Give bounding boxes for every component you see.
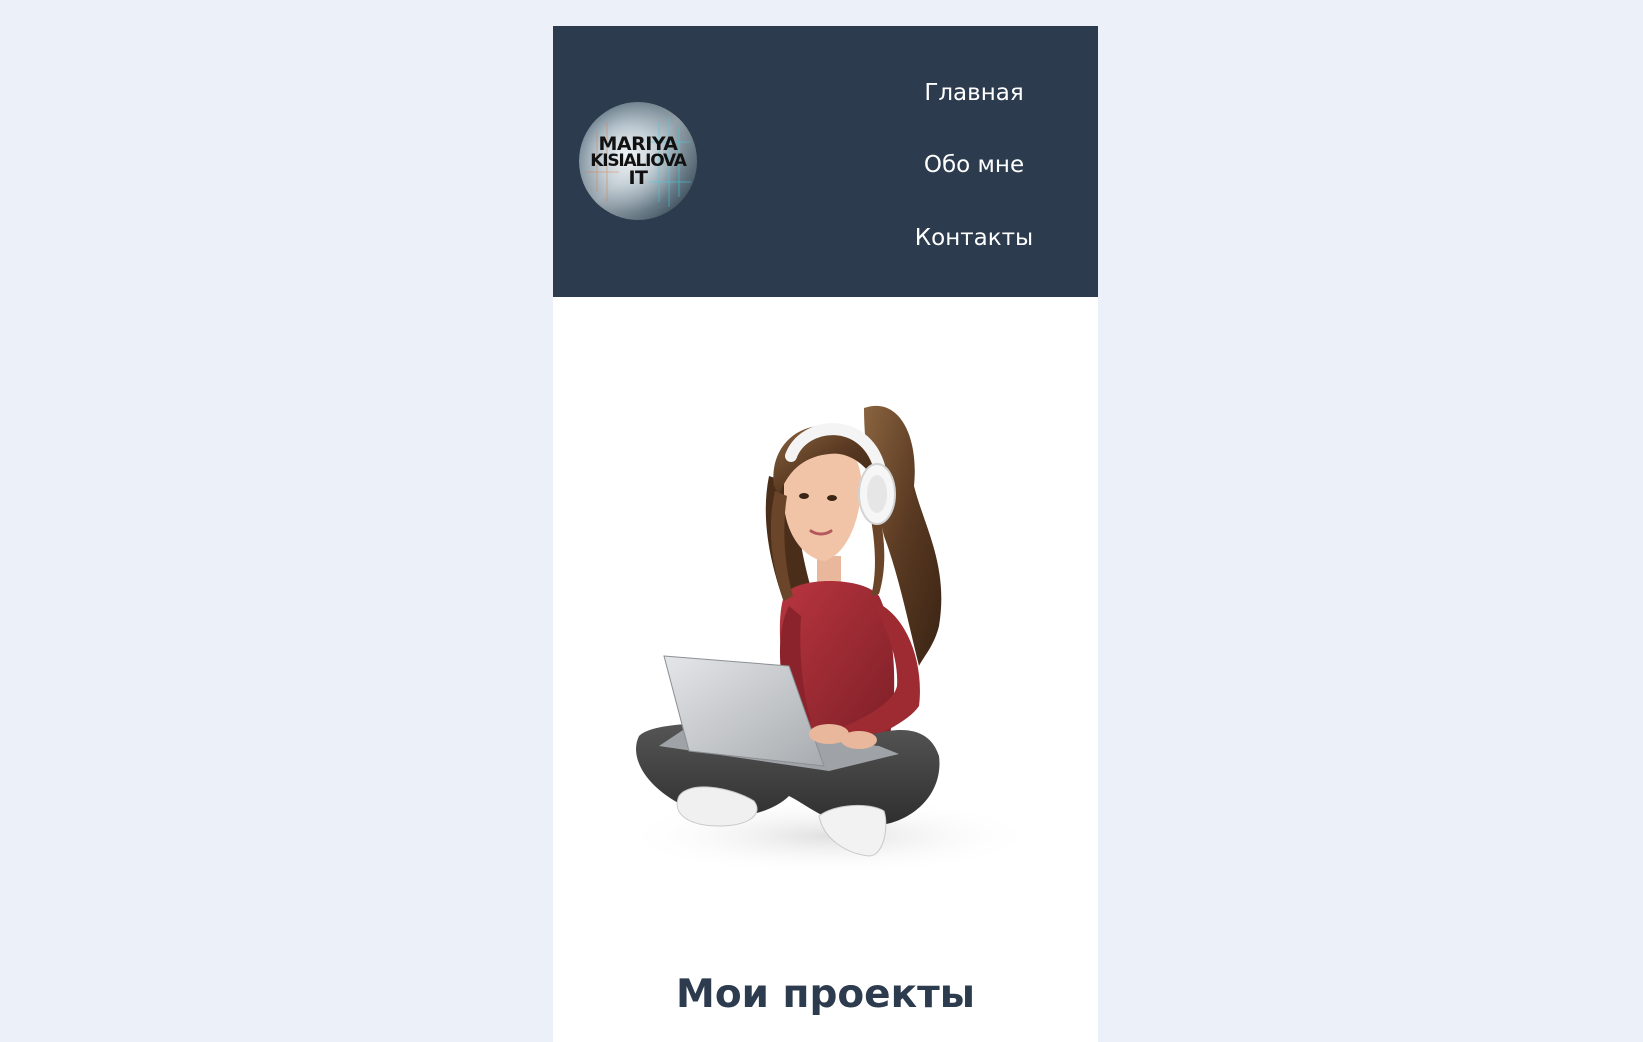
- logo-line-it: IT: [628, 166, 648, 189]
- site-logo[interactable]: MARIYA KISIALIOVA IT: [579, 102, 697, 220]
- site-header: MARIYA KISIALIOVA IT Главная Обо мне Кон…: [553, 26, 1098, 297]
- page-container: MARIYA KISIALIOVA IT Главная Обо мне Кон…: [553, 26, 1098, 1042]
- nav-link-contacts[interactable]: Контакты: [894, 225, 1054, 251]
- logo-text: MARIYA KISIALIOVA IT: [579, 102, 697, 220]
- logo-line-name: MARIYA: [598, 132, 678, 155]
- nav-link-about[interactable]: Обо мне: [894, 152, 1054, 178]
- girl-with-laptop-illustration-icon: [619, 405, 1039, 876]
- main-nav: Главная Обо мне Контакты: [898, 26, 1098, 297]
- nav-link-home[interactable]: Главная: [894, 80, 1054, 106]
- section-title-projects: Мои проекты: [676, 972, 975, 1017]
- hero-illustration: [579, 326, 1073, 912]
